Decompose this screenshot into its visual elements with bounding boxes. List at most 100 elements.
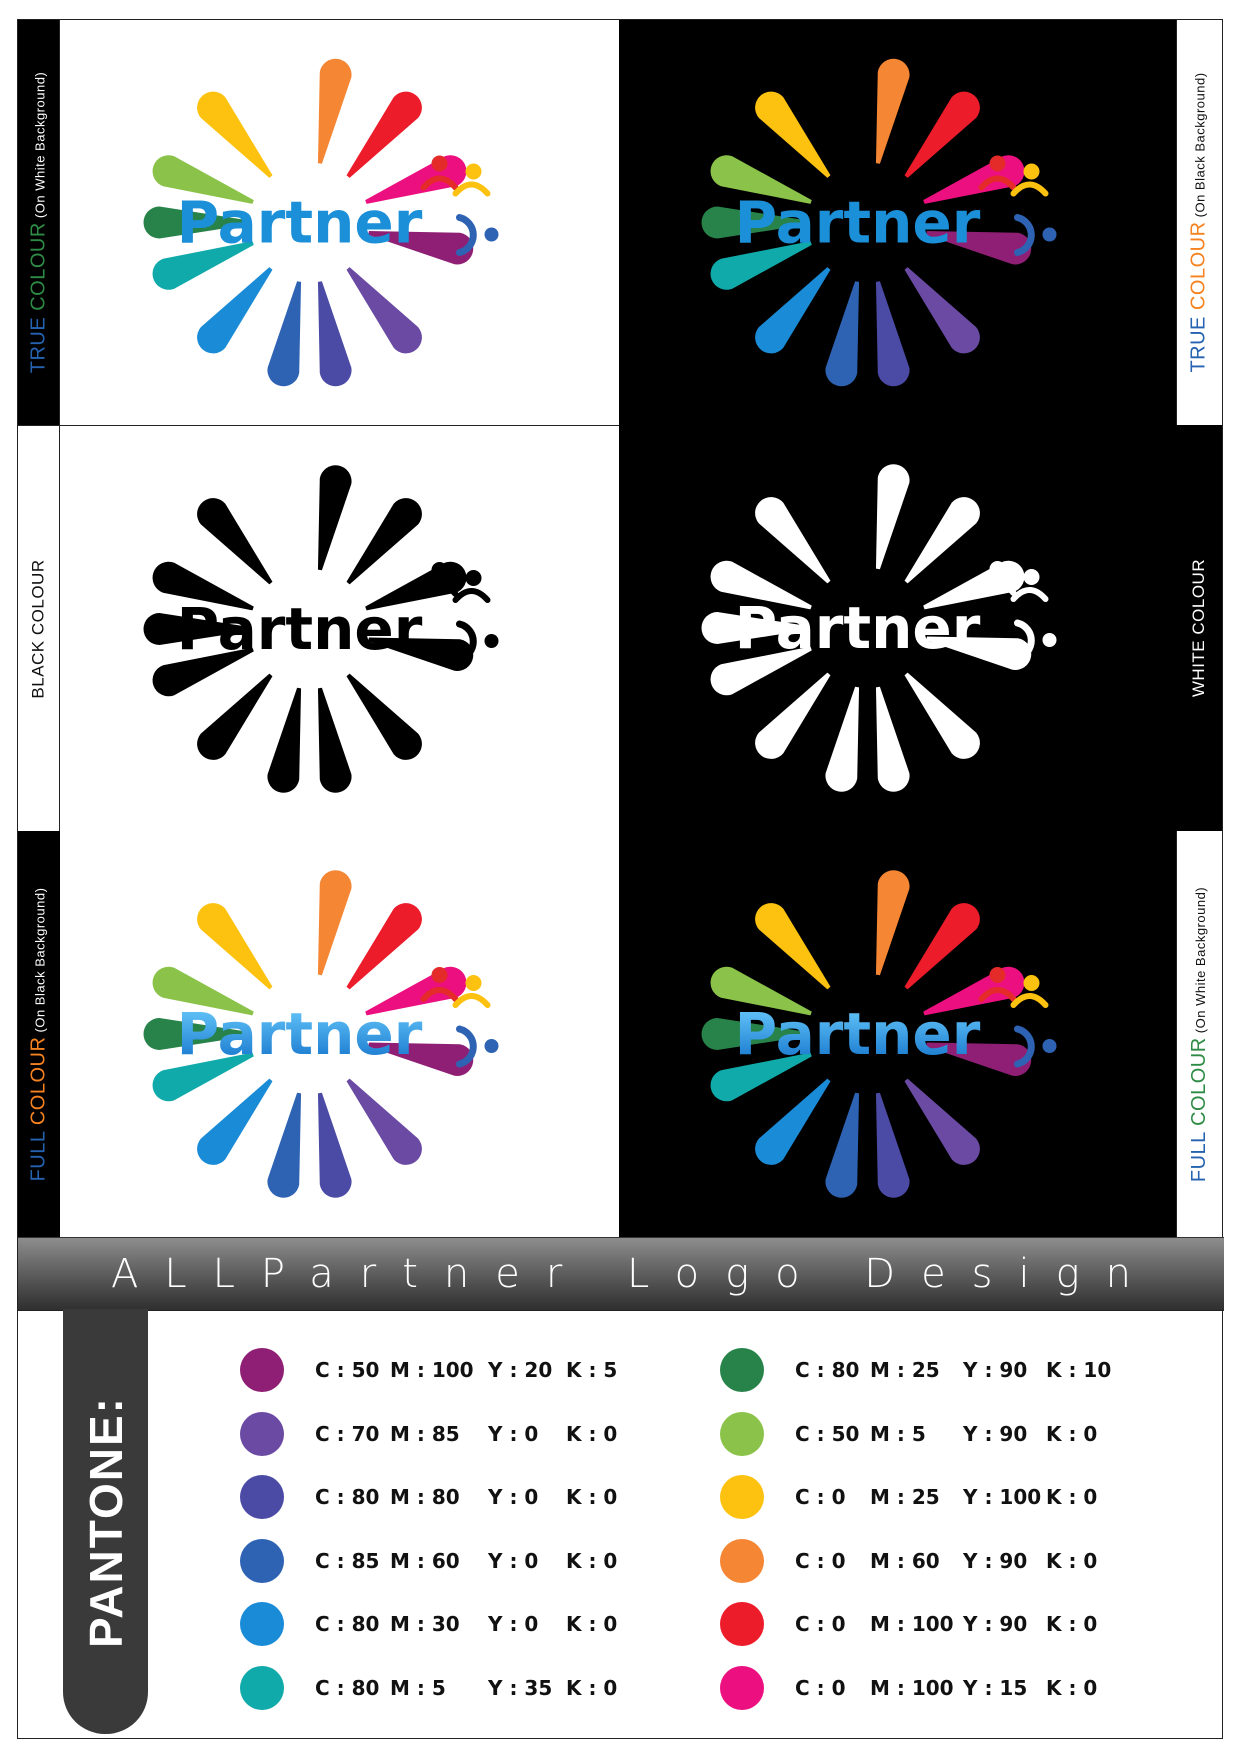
color-swatch-dot [240, 1665, 284, 1710]
color-swatch-dot [240, 1538, 284, 1583]
logo-wordmark: Partner [177, 1000, 423, 1068]
cmyk-y: Y : 0 [488, 1548, 539, 1573]
side-label-white-colour: WHITE COLOUR [1176, 425, 1222, 831]
logo-petal [755, 91, 831, 178]
side-label-text: FULL COLOUR (On White Background) [1188, 886, 1211, 1182]
side-label-text: WHITE COLOUR [1189, 558, 1209, 698]
logo-person-head [1023, 975, 1040, 991]
logo-petal [317, 281, 352, 387]
pantone-swatch-row: C : 0 M : 100 Y : 15 K : 0 [720, 1665, 1180, 1710]
logo-petal [346, 498, 422, 585]
logo-petal [317, 687, 352, 793]
color-swatch-dot [720, 1602, 764, 1646]
logo-dot [484, 227, 499, 242]
pantone-swatch-row: C : 50 M : 5 Y : 90 K : 0 [720, 1411, 1180, 1456]
pantone-swatch-row: C : 85 M : 60 Y : 0 K : 0 [240, 1538, 700, 1583]
logo-petal [197, 673, 273, 760]
logo-panel-full-colour-white: Partner [60, 831, 620, 1237]
side-label-text: TRUE COLOUR (On Black Background) [1188, 72, 1210, 373]
logo-person-head [1023, 569, 1040, 585]
logo-dot [1042, 1039, 1057, 1053]
logo-wordmark: Partner [177, 595, 423, 663]
color-swatch-dot [720, 1665, 764, 1710]
logo-petal [755, 1078, 831, 1165]
logo-petal [317, 58, 352, 164]
logo-petal [904, 672, 980, 759]
cmyk-c: C : 80 [315, 1485, 380, 1509]
cmyk-c: C : 50 [795, 1421, 860, 1446]
color-swatch-dot [720, 1538, 764, 1583]
cmyk-k: K : 0 [566, 1485, 618, 1509]
logo-wordmark: Partner [735, 1000, 981, 1068]
cmyk-m: M : 30 [390, 1612, 460, 1636]
pantone-swatch-row: C : 0 M : 60 Y : 90 K : 0 [720, 1538, 1180, 1583]
logo-person-head [989, 155, 1006, 172]
cmyk-m: M : 5 [390, 1675, 446, 1700]
color-swatch-dot [240, 1475, 284, 1519]
logo-panel-black: Partner [60, 425, 620, 833]
side-label-full-colour-white: FULL COLOUR (On White Background) [1176, 831, 1222, 1237]
logo-panel-full-colour-black: Partner [619, 831, 1176, 1237]
cmyk-y: Y : 0 [488, 1485, 539, 1509]
cmyk-m: M : 100 [390, 1358, 474, 1382]
logo-person-body [452, 588, 491, 603]
pantone-tab: PANTONE: [63, 1309, 148, 1734]
pantone-label: PANTONE: [79, 1395, 132, 1648]
logo-person-head [989, 561, 1006, 577]
cmyk-c: C : 80 [315, 1675, 380, 1700]
logo-wordmark: Partner [177, 189, 423, 257]
logo-person-head [1023, 163, 1040, 180]
logo-person-head [465, 975, 482, 991]
logo-dot [1042, 227, 1057, 242]
logo-panel-true-colour-black: Partner [619, 20, 1176, 425]
logo-dot [1042, 633, 1057, 647]
cmyk-k: K : 0 [566, 1548, 618, 1573]
color-swatch-dot [720, 1475, 764, 1519]
logo-petal [346, 1078, 422, 1165]
partner-logo: Partner [701, 870, 1057, 1198]
cmyk-m: M : 80 [390, 1485, 460, 1509]
logo-dot [484, 1039, 499, 1053]
logo-person-body [1010, 587, 1049, 602]
color-swatch-dot [240, 1348, 284, 1392]
logo-person-body [452, 181, 491, 197]
logo-petal [197, 903, 273, 990]
cmyk-c: C : 80 [315, 1612, 380, 1636]
logo-person-head [431, 967, 448, 983]
logo-person-head [431, 562, 448, 578]
cmyk-m: M : 60 [870, 1548, 940, 1573]
logo-petal [197, 91, 273, 178]
logo-petal [825, 686, 860, 792]
cmyk-m: M : 25 [870, 1358, 940, 1382]
logo-petal [346, 673, 422, 760]
partner-logo: Partner [701, 464, 1057, 792]
logo-petal [875, 281, 910, 387]
logo-petal [346, 903, 422, 990]
color-swatch-dot [720, 1348, 764, 1392]
color-swatch-dot [240, 1411, 284, 1456]
cmyk-y: Y : 90 [963, 1358, 1028, 1382]
cmyk-y: Y : 100 [963, 1485, 1042, 1509]
logo-petal [346, 267, 422, 354]
logo-person-head [465, 163, 482, 180]
cmyk-k: K : 0 [1046, 1421, 1098, 1446]
pantone-swatch-row: C : 80 M : 30 Y : 0 K : 0 [240, 1602, 700, 1646]
banner-title: ALLPartner Logo Design [111, 1251, 1157, 1297]
pantone-swatch-row: C : 70 M : 85 Y : 0 K : 0 [240, 1411, 700, 1456]
logo-petal [755, 267, 831, 354]
logo-petal [904, 497, 980, 584]
logo-panel-true-colour-white: Partner [60, 20, 620, 426]
logo-petal [755, 903, 831, 990]
pantone-swatch-row: C : 0 M : 25 Y : 100 K : 0 [720, 1475, 1180, 1519]
side-label-text: FULL COLOUR (On Black Background) [27, 887, 50, 1181]
logo-petal [904, 903, 980, 990]
pantone-swatch-row: C : 0 M : 100 Y : 90 K : 0 [720, 1602, 1180, 1646]
logo-petal [197, 267, 273, 354]
cmyk-y: Y : 35 [488, 1675, 553, 1700]
title-banner: ALLPartner Logo Design [18, 1237, 1224, 1311]
logo-petal [904, 267, 980, 354]
cmyk-m: M : 60 [390, 1548, 460, 1573]
logo-wordmark: Partner [735, 189, 981, 257]
logo-petal [875, 1092, 910, 1198]
cmyk-k: K : 0 [1046, 1675, 1098, 1700]
